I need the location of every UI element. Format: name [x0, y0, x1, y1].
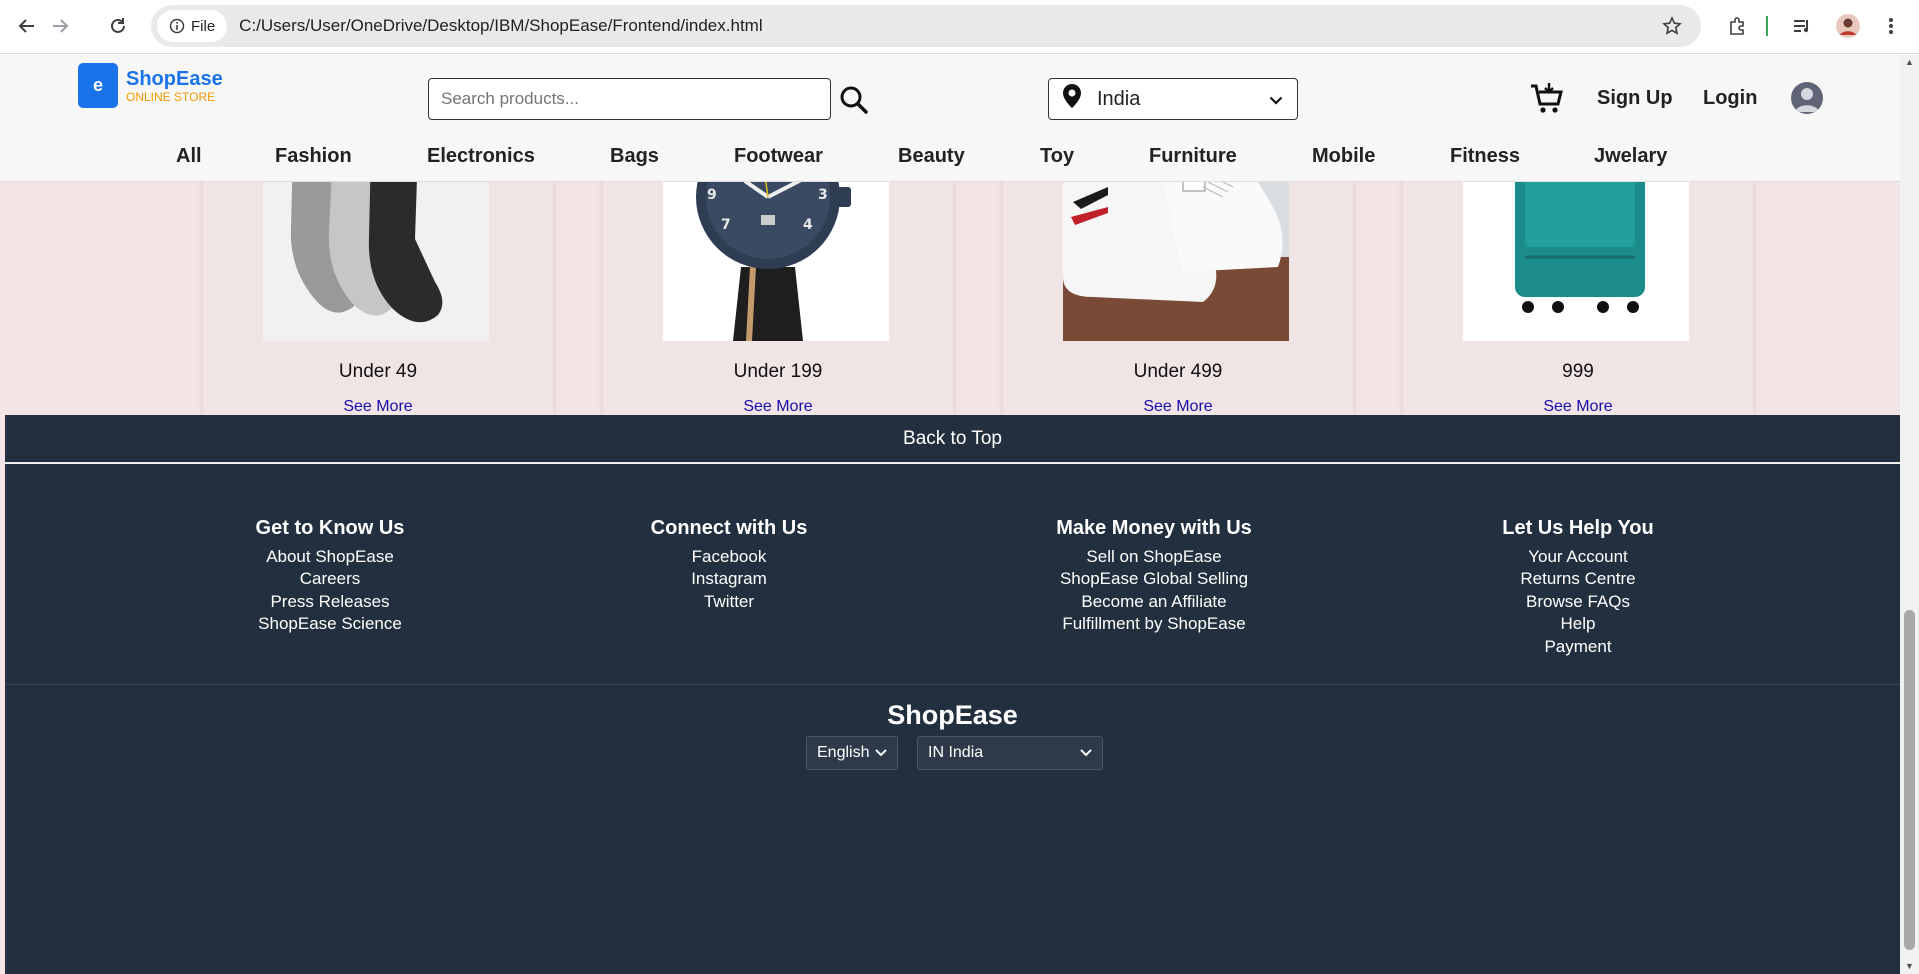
- category-all[interactable]: All: [176, 145, 202, 168]
- site-footer: Get to Know Us About ShopEase Careers Pr…: [5, 463, 1900, 974]
- file-chip-label: File: [191, 17, 216, 35]
- category-furniture[interactable]: Furniture: [1149, 145, 1237, 168]
- footer-link[interactable]: Instagram: [529, 568, 929, 590]
- category-bags[interactable]: Bags: [610, 145, 659, 168]
- see-more-link[interactable]: See More: [203, 398, 553, 416]
- footer-link[interactable]: About ShopEase: [130, 546, 530, 568]
- footer-link[interactable]: Returns Centre: [1378, 568, 1778, 590]
- browser-toolbar: File C:/Users/User/OneDrive/Desktop/IBM/…: [0, 0, 1919, 54]
- reload-icon[interactable]: [104, 12, 132, 40]
- forward-arrow-icon[interactable]: [46, 12, 74, 40]
- chevron-down-icon: [1080, 744, 1092, 762]
- footer-link[interactable]: Become an Affiliate: [954, 591, 1354, 613]
- footer-link[interactable]: Twitter: [529, 591, 929, 613]
- category-fitness[interactable]: Fitness: [1450, 145, 1520, 168]
- see-more-link[interactable]: See More: [603, 398, 953, 416]
- category-electronics[interactable]: Electronics: [427, 145, 535, 168]
- location-pin-icon: [1063, 84, 1081, 114]
- user-avatar-icon[interactable]: [1791, 82, 1823, 114]
- profile-avatar-icon[interactable]: [1833, 12, 1863, 40]
- deal-card[interactable]: ebok Under 49 See More: [203, 147, 553, 427]
- page-scrollbar[interactable]: ▲ ▼: [1900, 55, 1919, 974]
- footer-brand: ShopEase: [887, 700, 1018, 730]
- site-header: e ShopEase ONLINE STORE India Sign Up Lo…: [0, 55, 1900, 182]
- category-beauty[interactable]: Beauty: [898, 145, 965, 168]
- back-to-top-button[interactable]: Back to Top: [5, 415, 1900, 462]
- deal-card[interactable]: TROY Under 499 See More: [1003, 147, 1353, 427]
- back-arrow-icon[interactable]: [13, 12, 41, 40]
- footer-link[interactable]: ShopEase Science: [130, 613, 530, 635]
- page-viewport: ebok Under 49 See More 1213 49107: [0, 55, 1900, 974]
- scroll-down-icon[interactable]: ▼: [1905, 961, 1914, 971]
- category-footwear[interactable]: Footwear: [734, 145, 823, 168]
- logo[interactable]: e ShopEase ONLINE STORE: [78, 63, 223, 108]
- footer-column: Get to Know Us About ShopEase Careers Pr…: [130, 517, 530, 636]
- logo-mark: e: [78, 63, 118, 108]
- extensions-icon[interactable]: [1722, 12, 1752, 40]
- footer-link[interactable]: Browse FAQs: [1378, 591, 1778, 613]
- footer-column: Make Money with Us Sell on ShopEase Shop…: [954, 517, 1354, 636]
- scroll-up-icon[interactable]: ▲: [1905, 57, 1914, 67]
- footer-link[interactable]: Help: [1378, 613, 1778, 635]
- footer-link[interactable]: Careers: [130, 568, 530, 590]
- svg-text:7: 7: [721, 217, 731, 233]
- signup-link[interactable]: Sign Up: [1597, 87, 1673, 110]
- language-select[interactable]: English: [806, 736, 898, 770]
- footer-heading: Make Money with Us: [1056, 517, 1252, 539]
- site-info-chip[interactable]: File: [157, 10, 228, 42]
- cart-icon[interactable]: [1530, 81, 1564, 115]
- url-text[interactable]: C:/Users/User/OneDrive/Desktop/IBM/ShopE…: [239, 16, 762, 36]
- footer-divider: [5, 684, 1900, 685]
- card-title: Under 199: [733, 361, 823, 382]
- country-select[interactable]: India: [1048, 78, 1298, 120]
- footer-link[interactable]: Payment: [1378, 636, 1778, 658]
- footer-heading: Let Us Help You: [1502, 517, 1654, 539]
- login-link[interactable]: Login: [1703, 87, 1757, 110]
- footer-link[interactable]: ShopEase Global Selling: [954, 568, 1354, 590]
- menu-dots-icon[interactable]: [1881, 12, 1901, 40]
- media-control-icon[interactable]: [1787, 12, 1817, 40]
- category-fashion[interactable]: Fashion: [275, 145, 352, 168]
- logo-name: ShopEase: [126, 67, 223, 90]
- footer-link[interactable]: Your Account: [1378, 546, 1778, 568]
- deal-card[interactable]: 999 See More: [1403, 147, 1753, 427]
- footer-column: Connect with Us Facebook Instagram Twitt…: [529, 517, 929, 613]
- svg-text:4: 4: [803, 217, 813, 233]
- footer-link[interactable]: Press Releases: [130, 591, 530, 613]
- see-more-link[interactable]: See More: [1003, 398, 1353, 416]
- deal-card[interactable]: 1213 49107 Under 199 See More: [603, 147, 953, 427]
- see-more-link[interactable]: See More: [1403, 398, 1753, 416]
- card-title: Under 499: [1133, 361, 1223, 382]
- footer-link[interactable]: Facebook: [529, 546, 929, 568]
- card-title: Under 49: [338, 361, 418, 382]
- chevron-down-icon: [1269, 88, 1283, 111]
- footer-link[interactable]: Fulfillment by ShopEase: [954, 613, 1354, 635]
- country-value: India: [1097, 87, 1141, 110]
- footer-heading: Connect with Us: [650, 517, 808, 539]
- divider: [1766, 16, 1768, 36]
- svg-text:3: 3: [818, 187, 828, 203]
- svg-text:9: 9: [707, 187, 717, 203]
- info-icon: [169, 18, 185, 34]
- address-bar[interactable]: File C:/Users/User/OneDrive/Desktop/IBM/…: [151, 5, 1701, 47]
- category-toy[interactable]: Toy: [1040, 145, 1074, 168]
- star-icon[interactable]: [1657, 12, 1687, 40]
- footer-heading: Get to Know Us: [255, 517, 405, 539]
- scroll-thumb[interactable]: [1904, 610, 1915, 950]
- region-select[interactable]: IN India: [917, 736, 1103, 770]
- category-jwelary[interactable]: Jwelary: [1594, 145, 1667, 168]
- category-mobile[interactable]: Mobile: [1312, 145, 1375, 168]
- chevron-down-icon: [875, 744, 887, 762]
- footer-link[interactable]: Sell on ShopEase: [954, 546, 1354, 568]
- search-icon[interactable]: [838, 84, 870, 116]
- card-title: 999: [1562, 361, 1594, 382]
- footer-column: Let Us Help You Your Account Returns Cen…: [1378, 517, 1778, 658]
- search-input[interactable]: [428, 78, 831, 120]
- region-value: IN India: [928, 744, 984, 761]
- language-value: English: [817, 744, 870, 761]
- logo-tagline: ONLINE STORE: [126, 89, 216, 104]
